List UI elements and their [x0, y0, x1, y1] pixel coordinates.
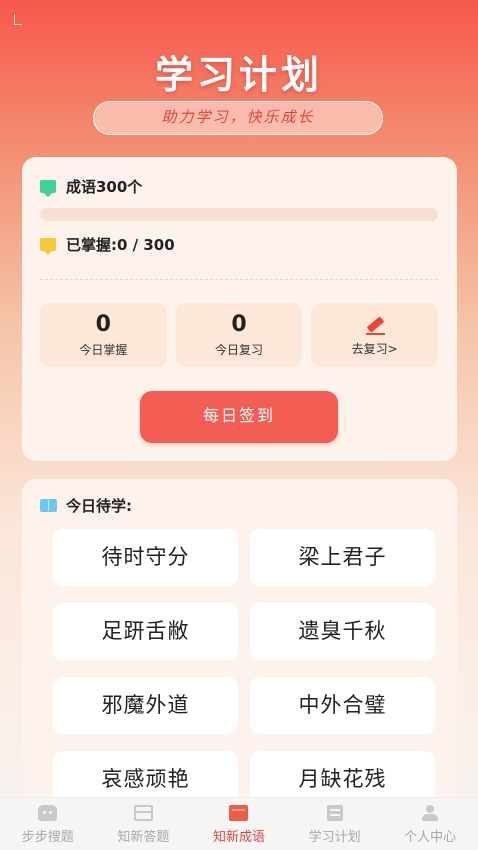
page-title: 学习计划	[154, 53, 323, 97]
list-icon	[326, 805, 343, 821]
book-icon	[229, 805, 249, 821]
stat-label: 今日掌握	[79, 343, 128, 357]
tab-search-questions[interactable]: 步步搜题	[0, 798, 96, 850]
pencil-icon	[364, 315, 386, 335]
tab-label: 知新成语	[212, 830, 265, 845]
idiom-item[interactable]: 中外合璧	[250, 677, 435, 734]
tab-label: 个人中心	[404, 830, 457, 845]
flag-icon	[40, 238, 56, 255]
book-icon	[40, 499, 57, 512]
bottom-tab-bar: 步步搜题 知新答题 知新成语 学习计划 个人中心	[0, 797, 478, 850]
go-review-button[interactable]: 去复习>	[311, 303, 439, 367]
idiom-item[interactable]: 待时守分	[53, 529, 238, 586]
stat-label: 今日复习	[215, 343, 264, 357]
stat-today-mastered: 0 今日掌握	[40, 303, 167, 367]
slogan-banner: 助力学习，快乐成长	[93, 101, 383, 135]
stat-value: 0	[95, 312, 111, 337]
quiz-box-icon	[133, 805, 153, 821]
goal-row: 成语300个	[40, 176, 142, 197]
today-heading: 今日待学:	[66, 497, 132, 515]
today-card: 今日待学: 待时守分 梁上君子 足趼舌敝 遗臭千秋 邪魔外道 中外合璧 哀感顽艳…	[22, 479, 457, 799]
idiom-item[interactable]: 梁上君子	[250, 529, 435, 586]
divider	[40, 279, 438, 280]
plan-card: 成语300个 已掌握:0 / 300 0 今日掌握 0 今日复习 去复习> 每日…	[22, 157, 457, 461]
tab-profile[interactable]: 个人中心	[382, 798, 478, 850]
tab-label: 学习计划	[308, 830, 361, 845]
idiom-item[interactable]: 足趼舌敝	[53, 603, 238, 660]
idiom-item[interactable]: 哀感顽艳	[53, 751, 238, 799]
progress-bar	[40, 208, 438, 221]
daily-checkin-button[interactable]: 每日签到	[140, 391, 338, 443]
flag-icon	[40, 180, 56, 197]
idiom-grid: 待时守分 梁上君子 足趼舌敝 遗臭千秋 邪魔外道 中外合璧 哀感顽艳 月缺花残	[53, 529, 435, 799]
idiom-item[interactable]: 月缺花残	[250, 751, 435, 799]
today-heading-row: 今日待学:	[40, 495, 132, 516]
tab-quiz[interactable]: 知新答题	[96, 798, 192, 850]
goal-label: 成语300个	[66, 178, 143, 196]
mastered-label: 已掌握:0 / 300	[66, 236, 175, 254]
tab-study-plan[interactable]: 学习计划	[287, 798, 383, 850]
tab-label: 步步搜题	[21, 830, 74, 845]
go-review-label: 去复习>	[351, 342, 398, 356]
idiom-item[interactable]: 遗臭千秋	[250, 603, 435, 660]
robot-icon	[38, 805, 58, 821]
status-bar-mark	[14, 14, 22, 25]
mastered-row: 已掌握:0 / 300	[40, 234, 175, 255]
stats-row: 0 今日掌握 0 今日复习 去复习>	[40, 303, 439, 367]
user-icon	[421, 805, 439, 821]
stat-today-reviewed: 0 今日复习	[175, 303, 303, 367]
stat-value: 0	[231, 312, 247, 337]
tab-label: 知新答题	[117, 830, 170, 845]
idiom-item[interactable]: 邪魔外道	[53, 677, 238, 734]
tab-idioms[interactable]: 知新成语	[191, 798, 287, 850]
